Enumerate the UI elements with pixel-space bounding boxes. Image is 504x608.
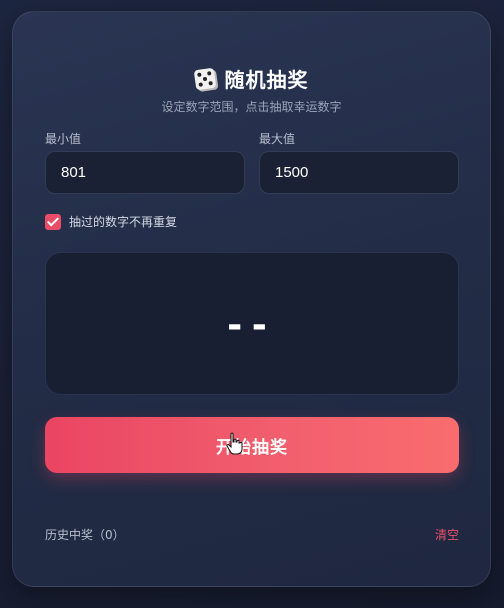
hand-cursor-icon	[226, 432, 243, 455]
result-value: --	[227, 298, 277, 348]
result-display: --	[45, 252, 459, 395]
no-repeat-checkbox[interactable]	[45, 213, 61, 230]
no-repeat-option[interactable]: 抽过的数字不再重复	[45, 213, 177, 230]
history-label: 历史中奖（0）	[45, 528, 125, 542]
title-row: 随机抽奖	[13, 64, 490, 93]
max-label: 最大值	[259, 132, 296, 146]
page-subtitle: 设定数字范围，点击抽取幸运数字	[161, 100, 342, 114]
max-value-input[interactable]	[259, 151, 459, 194]
min-label: 最小值	[45, 132, 82, 146]
page-title: 随机抽奖	[224, 68, 309, 92]
min-value-input[interactable]	[45, 151, 245, 194]
clear-history-button[interactable]: 清空	[435, 526, 459, 543]
start-draw-button[interactable]: 开始抽奖	[45, 417, 459, 473]
die-icon	[193, 67, 216, 90]
no-repeat-label: 抽过的数字不再重复	[69, 215, 178, 229]
